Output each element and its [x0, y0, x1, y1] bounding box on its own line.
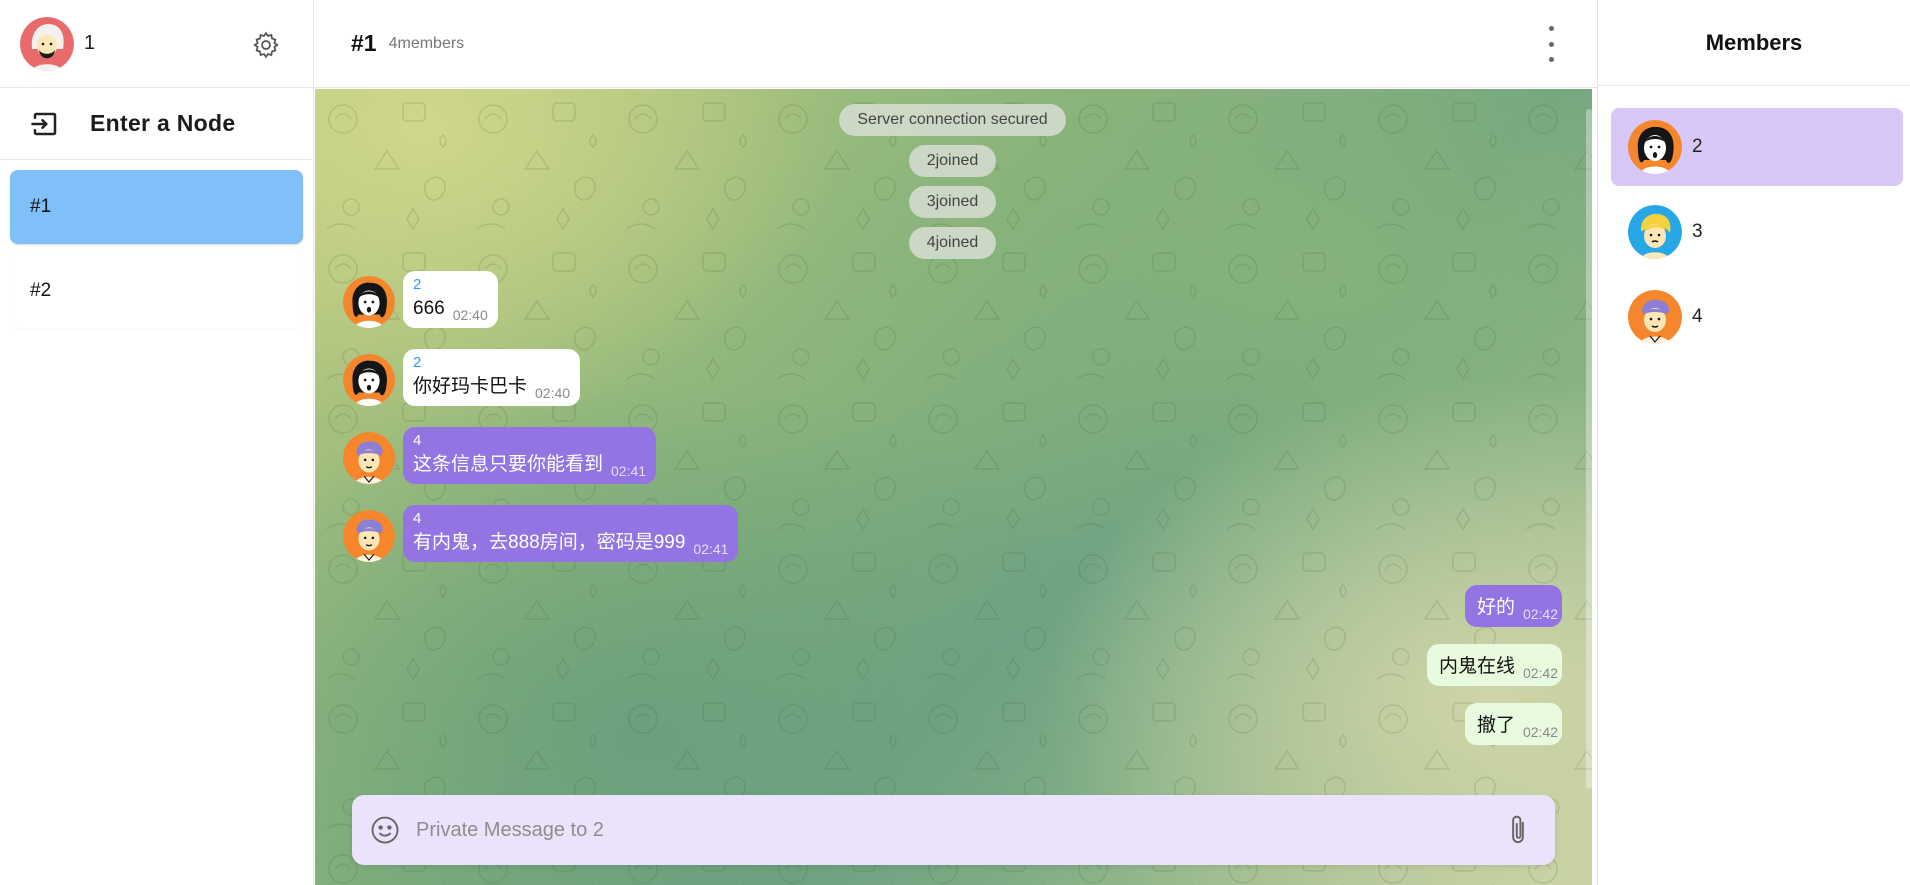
- message-time: 02:41: [693, 541, 729, 557]
- message-input[interactable]: [416, 818, 1503, 842]
- member-item-4[interactable]: 4: [1611, 278, 1903, 356]
- message-text: 好的: [1476, 597, 1515, 618]
- system-message: 4joined: [909, 227, 996, 259]
- message-text: 内鬼在线: [1438, 656, 1515, 677]
- message-bubble[interactable]: 4 有内鬼，去888房间，密码是999 02:41: [403, 505, 739, 562]
- outgoing-message: 好的 02:42: [1464, 585, 1562, 627]
- member-avatar: [1628, 290, 1682, 344]
- system-message-text: 4joined: [926, 234, 979, 251]
- member-name: 2: [1692, 136, 1703, 157]
- chat-title: #1: [351, 30, 377, 56]
- login-icon: [31, 112, 57, 135]
- message-text: 这条信息只要你能看到: [413, 454, 604, 475]
- message-text: 有内鬼，去888房间，密码是999: [413, 532, 686, 553]
- system-message-text: 2joined: [926, 152, 979, 169]
- sender-name: 2: [413, 276, 422, 293]
- system-message-text: Server connection secured: [857, 111, 1048, 128]
- message-time: 02:42: [1522, 665, 1558, 681]
- node-label: #1: [30, 196, 52, 217]
- sender-avatar[interactable]: [343, 432, 395, 484]
- attachment-icon[interactable]: [1503, 813, 1533, 847]
- member-avatar: [1628, 205, 1682, 259]
- system-message-text: 3joined: [926, 193, 979, 210]
- message-bubble[interactable]: 撤了 02:42: [1464, 703, 1562, 745]
- sidebar: 1 Enter a Node #1 #2: [0, 0, 314, 885]
- outgoing-message: 内鬼在线 02:42: [1426, 644, 1562, 686]
- sender-name: 4: [413, 510, 422, 527]
- members-title: Members: [1598, 0, 1910, 86]
- members-panel: Members 2 3 4: [1597, 0, 1910, 885]
- message-bubble[interactable]: 2 666 02:40: [403, 271, 498, 328]
- node-item-2[interactable]: #2: [10, 254, 303, 328]
- sender-name: 2: [413, 354, 422, 371]
- message-row: 4 这条信息只要你能看到 02:41: [343, 427, 657, 484]
- message-row: 4 有内鬼，去888房间，密码是999 02:41: [343, 505, 739, 562]
- message-composer: [352, 795, 1555, 865]
- message-row: 2 666 02:40: [343, 271, 498, 328]
- message-text: 你好玛卡巴卡: [413, 376, 528, 397]
- message-bubble[interactable]: 4 这条信息只要你能看到 02:41: [403, 427, 657, 484]
- gear-icon[interactable]: [251, 30, 281, 60]
- outgoing-message: 撤了 02:42: [1464, 703, 1562, 745]
- member-item-3[interactable]: 3: [1611, 193, 1903, 271]
- sender-name: 4: [413, 432, 422, 449]
- message-time: 02:42: [1522, 724, 1558, 740]
- sidebar-user-header: 1: [0, 0, 313, 88]
- system-message: 3joined: [909, 186, 996, 218]
- member-item-2[interactable]: 2: [1611, 108, 1903, 186]
- message-time: 02:41: [611, 463, 647, 479]
- enter-node-button[interactable]: Enter a Node: [0, 88, 313, 160]
- member-count: 4members: [388, 34, 465, 52]
- member-name: 4: [1692, 306, 1703, 327]
- message-text: 666: [413, 298, 445, 319]
- system-message: Server connection secured: [839, 104, 1066, 136]
- message-bubble[interactable]: 好的 02:42: [1464, 585, 1562, 627]
- message-bubble[interactable]: 内鬼在线 02:42: [1426, 644, 1562, 686]
- system-message: 2joined: [909, 145, 996, 177]
- scrollbar[interactable]: [1586, 109, 1592, 789]
- node-label: #2: [30, 280, 52, 301]
- more-options-icon[interactable]: [1543, 26, 1559, 62]
- user-name: 1: [84, 32, 96, 54]
- member-name: 3: [1692, 221, 1703, 242]
- emoji-icon[interactable]: [370, 815, 400, 845]
- user-avatar[interactable]: [20, 17, 74, 71]
- enter-node-label: Enter a Node: [90, 110, 236, 136]
- chat-header: #1 4members: [315, 0, 1597, 88]
- message-row: 2 你好玛卡巴卡 02:40: [343, 349, 581, 406]
- message-time: 02:42: [1522, 606, 1558, 622]
- message-text: 撤了: [1476, 715, 1515, 736]
- message-area[interactable]: Server connection secured 2joined 3joine…: [315, 89, 1592, 885]
- sender-avatar[interactable]: [343, 354, 395, 406]
- node-list: #1 #2: [0, 160, 313, 348]
- member-avatar: [1628, 120, 1682, 174]
- message-bubble[interactable]: 2 你好玛卡巴卡 02:40: [403, 349, 581, 406]
- message-time: 02:40: [535, 385, 571, 401]
- message-time: 02:40: [452, 307, 488, 323]
- node-item-1[interactable]: #1: [10, 170, 303, 244]
- sender-avatar[interactable]: [343, 276, 395, 328]
- sender-avatar[interactable]: [343, 510, 395, 562]
